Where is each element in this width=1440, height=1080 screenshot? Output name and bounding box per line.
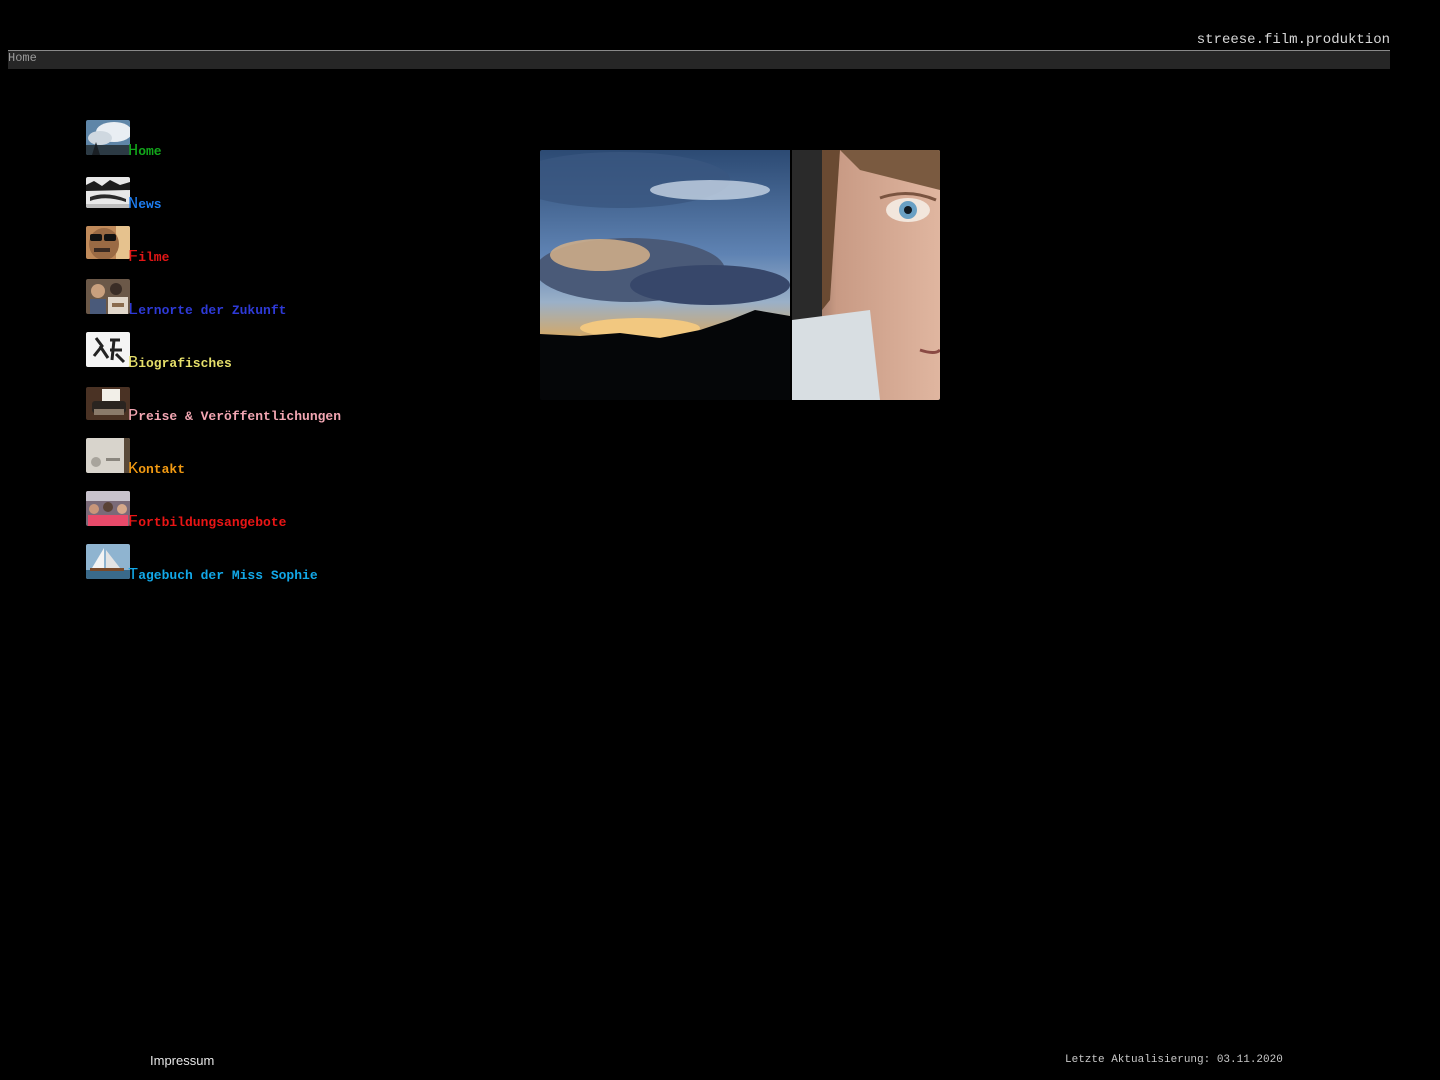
nav-initial: F [128,513,139,532]
nav-initial: N [128,195,139,214]
students-thumbnail[interactable] [86,279,130,314]
nav-initial: T [128,566,139,585]
breadcrumb: Home [8,50,1390,69]
nav-text: reise & Veröffentlichungen [138,409,342,424]
nav-label-news[interactable]: News [128,195,162,214]
nav-initial: P [128,407,139,426]
workshop-thumbnail[interactable] [86,491,130,526]
nav-text: ortbildungsangebote [138,515,287,530]
typewriter-thumbnail[interactable] [86,387,130,420]
nav-label-home[interactable]: Home [128,142,162,161]
nav-label-biografisches[interactable]: Biografisches [128,354,232,373]
hero-image [540,150,940,400]
nav-initial: B [128,354,139,373]
sky-thumbnail[interactable] [86,120,130,155]
last-updated-text: Letzte Aktualisierung: 03.11.2020 [1065,1054,1283,1066]
landscape-thumbnail[interactable] [86,177,130,208]
sailboat-thumbnail[interactable] [86,544,130,579]
nav-text: ews [138,197,162,212]
nav-label-fortbildungsangebote[interactable]: Fortbildungsangebote [128,513,286,532]
nav-initial: H [128,142,139,161]
nav-label-tagebuch[interactable]: Tagebuch der Miss Sophie [128,566,318,585]
nav-text: ontakt [138,462,186,477]
nav-text: agebuch der Miss Sophie [138,568,318,583]
nav-label-kontakt[interactable]: Kontakt [128,460,185,479]
nav-text: ernorte der Zukunft [138,303,287,318]
nav-initial: K [128,460,139,479]
sunglasses-portrait-thumbnail[interactable] [86,226,130,259]
calligraphy-thumbnail[interactable] [86,332,130,367]
nav-label-lernorte[interactable]: Lernorte der Zukunft [128,301,286,320]
desk-thumbnail[interactable] [86,438,130,473]
nav-initial: F [128,248,139,267]
nav-label-filme[interactable]: Filme [128,248,169,267]
nav-text: ome [138,144,162,159]
impressum-link[interactable]: Impressum [150,1053,214,1068]
breadcrumb-home[interactable]: Home [8,51,37,65]
nav-text: ilme [138,250,170,265]
site-title: streese.film.produktion [1196,32,1390,48]
nav-initial: L [128,301,139,320]
nav-label-preise[interactable]: Preise & Veröffentlichungen [128,407,341,426]
nav-text: iografisches [138,356,232,371]
